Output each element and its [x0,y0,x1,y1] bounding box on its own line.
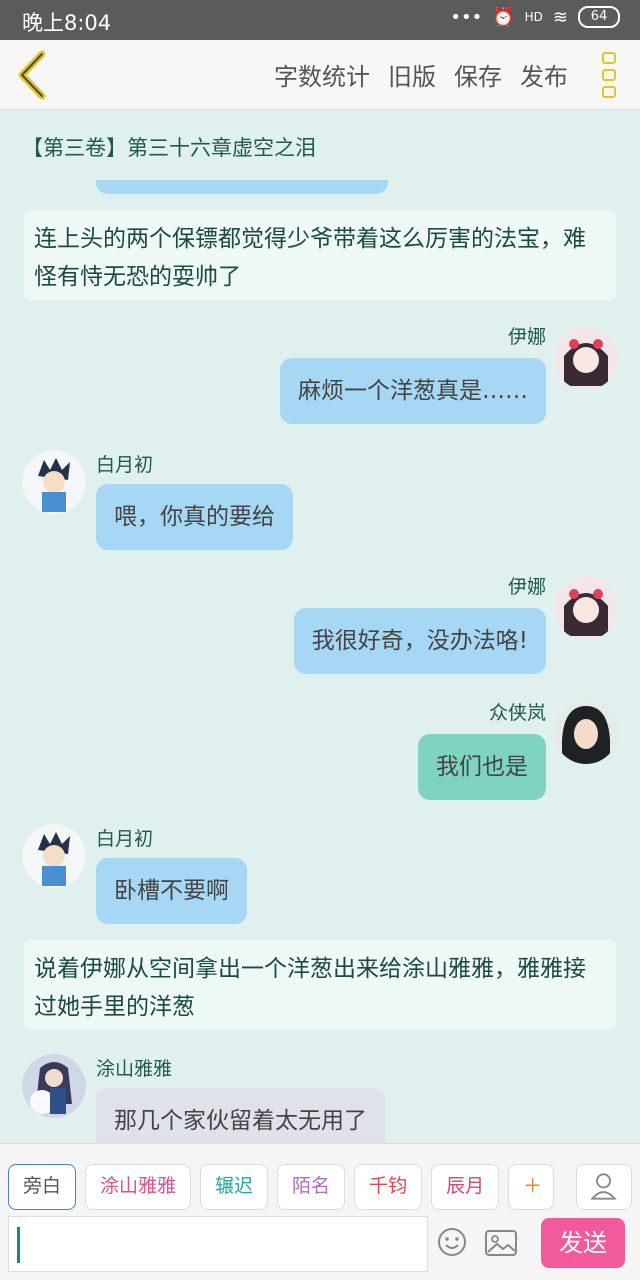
status-icons: ••• ⏰ HD ≋ 64 [450,6,620,28]
role-chip[interactable]: 涂山雅雅 [85,1164,192,1210]
wifi-icon: ≋ [552,6,568,28]
role-chip[interactable]: 千钧 [354,1164,423,1210]
role-label: 陌名 [292,1175,331,1197]
status-time: 晚上8:04 [22,11,112,35]
narration-text: 连上头的两个保镖都觉得少爷带着这么厉害的法宝，难怪有恃无恐的耍帅了 [34,226,586,290]
avatar-baiyuechu[interactable] [22,824,86,888]
role-label: 辗迟 [215,1175,254,1197]
message-text: 麻烦一个洋葱真是…… [298,378,528,404]
sender-name: 伊娜 [507,576,546,598]
publish-button[interactable]: 发布 [520,57,568,92]
user-icon[interactable] [576,1164,632,1210]
avatar-yina[interactable] [554,326,618,390]
avatar-tushanyaya[interactable] [22,1054,86,1118]
add-role-chip[interactable]: ＋ [508,1164,555,1210]
avatar-zhongxialan[interactable] [554,700,618,764]
message-text: 那几个家伙留着太无用了 [114,1108,367,1134]
role-chip-narration[interactable]: 旁白 [8,1164,77,1210]
chapter-title: 【第三卷】第三十六章虚空之泪 [22,136,316,160]
message-text: 我很好奇，没办法咯! [311,628,528,654]
narration-1[interactable]: 连上头的两个保镖都觉得少爷带着这么厉害的法宝，难怪有恃无恐的耍帅了 [24,210,616,300]
word-count-button[interactable]: 字数统计 [274,57,370,92]
message-bubble[interactable]: 我很好奇，没办法咯! [293,608,546,674]
old-version-button[interactable]: 旧版 [388,57,436,92]
top-bar: 字数统计 旧版 保存 发布 [0,40,640,110]
message-text: 卧槽不要啊 [114,878,229,904]
message-input[interactable] [8,1216,428,1272]
partial-bubble [96,180,388,194]
role-label: 涂山雅雅 [100,1175,177,1197]
role-chip[interactable]: 陌名 [277,1164,346,1210]
sender-name: 白月初 [96,454,154,476]
message-bubble[interactable]: 我们也是 [418,734,546,800]
status-bar: 晚上8:04 ••• ⏰ HD ≋ 64 [0,0,640,40]
chat-area[interactable]: 连上头的两个保镖都觉得少爷带着这么厉害的法宝，难怪有恃无恐的耍帅了 伊娜 麻烦一… [0,110,640,1143]
role-label: 旁白 [23,1175,62,1197]
role-chip[interactable]: 辰月 [431,1164,500,1210]
more-dots-icon: ••• [450,6,483,28]
send-button[interactable]: 发送 [541,1218,625,1268]
bottom-toolbar: 旁白 涂山雅雅 辗迟 陌名 千钧 辰月 ＋ 发送 [0,1143,640,1280]
role-label: 千钧 [369,1175,408,1197]
narration-2[interactable]: 说着伊娜从空间拿出一个洋葱出来给涂山雅雅，雅雅接过她手里的洋葱 [24,940,616,1030]
sender-name: 涂山雅雅 [96,1058,173,1080]
role-label: 辰月 [446,1175,485,1197]
sender-name: 众侠岚 [488,702,546,724]
back-arrow-icon[interactable] [12,48,56,102]
battery-icon: 64 [578,6,620,28]
message-bubble[interactable]: 那几个家伙留着太无用了 [96,1088,385,1143]
message-text: 我们也是 [436,754,528,780]
narration-text: 说着伊娜从空间拿出一个洋葱出来给涂山雅雅，雅雅接过她手里的洋葱 [34,956,586,1020]
image-icon[interactable] [484,1228,518,1258]
avatar-yina[interactable] [554,576,618,640]
message-bubble[interactable]: 卧槽不要啊 [96,858,247,924]
sender-name: 伊娜 [507,326,546,348]
message-bubble[interactable]: 喂，你真的要给 [96,484,293,550]
avatar-baiyuechu[interactable] [22,450,86,514]
emoji-icon[interactable] [436,1226,468,1258]
top-actions: 字数统计 旧版 保存 发布 [274,57,568,92]
message-text: 喂，你真的要给 [114,504,275,530]
message-bubble[interactable]: 麻烦一个洋葱真是…… [280,358,546,424]
save-button[interactable]: 保存 [454,57,502,92]
role-selector: 旁白 涂山雅雅 辗迟 陌名 千钧 辰月 ＋ [8,1164,555,1210]
signal-icon: HD [524,10,543,24]
text-caret [17,1227,20,1263]
alarm-icon: ⏰ [492,6,515,28]
more-menu-icon[interactable] [602,52,618,98]
sender-name: 白月初 [96,828,154,850]
role-chip[interactable]: 辗迟 [200,1164,269,1210]
